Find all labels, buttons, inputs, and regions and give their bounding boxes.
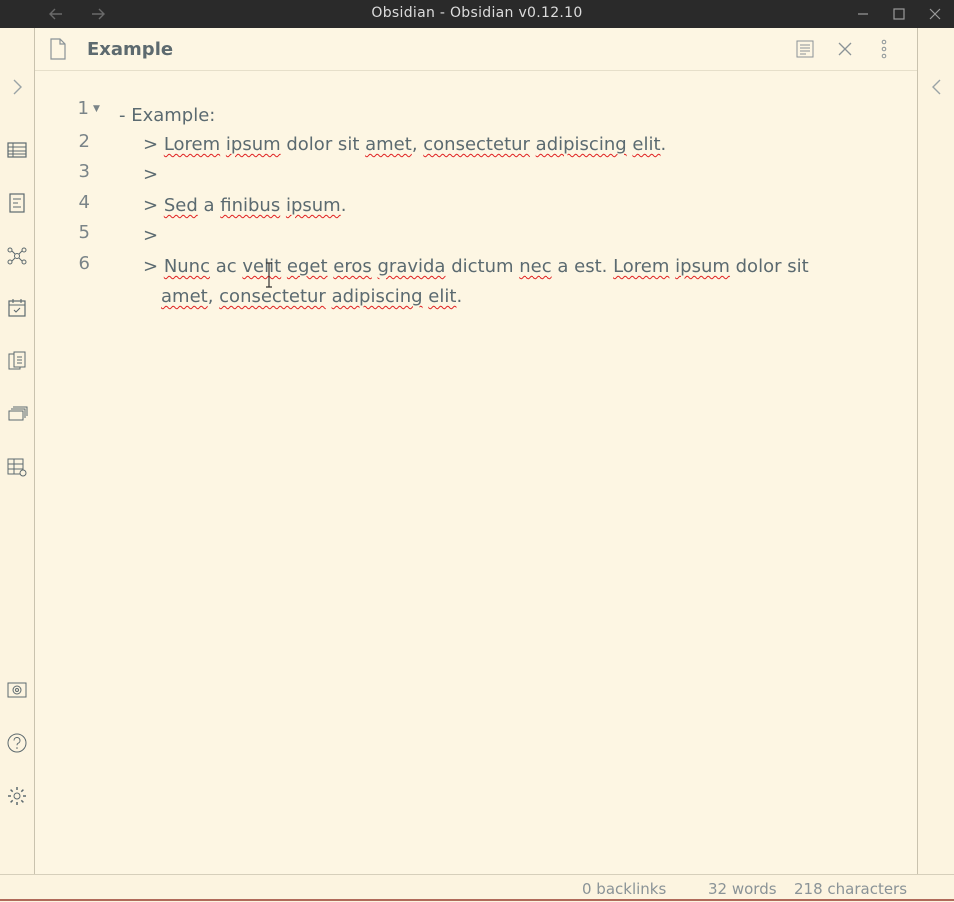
misspelled-word: Sed bbox=[163, 195, 198, 216]
table-icon[interactable] bbox=[5, 138, 29, 162]
text-segment: > bbox=[143, 195, 164, 216]
misspelled-word: adipiscing bbox=[331, 286, 423, 307]
line-text: > bbox=[143, 164, 158, 185]
editor-line-wrapped[interactable]: amet, consectetur adipiscing elit. bbox=[35, 281, 917, 311]
text-segment: dolor sit bbox=[280, 134, 366, 155]
slides-icon[interactable] bbox=[5, 402, 29, 426]
line-text: > Sed a finibus ipsum. bbox=[143, 195, 346, 216]
text-segment: ac bbox=[210, 256, 243, 277]
editor-line[interactable]: 2 > Lorem ipsum dolor sit amet, consecte… bbox=[35, 129, 917, 159]
editor-line[interactable]: 6 > Nunc ac velit eget eros gravida dict… bbox=[35, 251, 917, 281]
window-titlebar: Obsidian - Obsidian v0.12.10 bbox=[0, 0, 954, 28]
text-segment: dictum bbox=[445, 256, 520, 277]
misspelled-word: gravida bbox=[377, 256, 446, 277]
line-number: 3 bbox=[78, 161, 90, 182]
editor-pane: Example 1 ▼ - Example: 2 > Lorem ipsum d… bbox=[35, 28, 917, 874]
file-icon bbox=[48, 38, 68, 60]
text-segment: a bbox=[197, 195, 221, 216]
text-segment: > bbox=[143, 225, 159, 246]
expand-sidebar-chevron-icon[interactable] bbox=[5, 75, 29, 99]
maximize-icon[interactable] bbox=[888, 3, 910, 25]
misspelled-word: amet bbox=[161, 286, 208, 307]
misspelled-word: consectetur bbox=[423, 134, 530, 155]
file-explorer-icon[interactable] bbox=[5, 191, 29, 215]
table-settings-icon[interactable] bbox=[5, 455, 29, 479]
misspelled-word: adipiscing bbox=[535, 134, 627, 155]
misspelled-word: eget bbox=[286, 256, 328, 277]
misspelled-word: elit bbox=[428, 286, 457, 307]
line-number: 2 bbox=[78, 131, 90, 152]
text-segment: > bbox=[143, 164, 159, 185]
text-segment: , bbox=[207, 286, 220, 307]
misspelled-word: finibus bbox=[220, 195, 281, 216]
line-text: - Example: bbox=[119, 105, 215, 126]
view-header: Example bbox=[35, 28, 917, 71]
copy-files-icon[interactable] bbox=[5, 349, 29, 373]
line-number: 4 bbox=[78, 192, 90, 213]
text-segment: . bbox=[456, 286, 463, 307]
misspelled-word: ipsum bbox=[225, 134, 281, 155]
calendar-check-icon[interactable] bbox=[5, 296, 29, 320]
help-icon[interactable] bbox=[5, 731, 29, 755]
misspelled-word: elit bbox=[632, 134, 661, 155]
misspelled-word: consectetur bbox=[219, 286, 326, 307]
misspelled-word: Lorem bbox=[613, 256, 670, 277]
backlinks-count[interactable]: 0 backlinks bbox=[582, 880, 666, 898]
status-bar: 0 backlinks 32 words 218 characters bbox=[0, 874, 954, 902]
line-text: amet, consectetur adipiscing elit. bbox=[161, 286, 462, 307]
text-segment: > bbox=[143, 256, 164, 277]
editor-line[interactable]: 1 ▼ - Example: bbox=[35, 98, 917, 128]
editor-line[interactable]: 4 > Sed a finibus ipsum. bbox=[35, 190, 917, 220]
more-options-icon[interactable] bbox=[873, 38, 895, 60]
left-ribbon bbox=[0, 28, 35, 874]
misspelled-word: velit bbox=[242, 256, 282, 277]
text-segment: > bbox=[143, 134, 164, 155]
line-text: > Lorem ipsum dolor sit amet, consectetu… bbox=[143, 134, 666, 155]
misspelled-word: ipsum bbox=[285, 195, 341, 216]
text-segment: . bbox=[660, 134, 667, 155]
misspelled-word: nec bbox=[519, 256, 552, 277]
reading-view-icon[interactable] bbox=[794, 38, 816, 60]
line-number: 1 bbox=[77, 98, 89, 119]
close-pane-icon[interactable] bbox=[834, 38, 856, 60]
editor-line[interactable]: 5 > bbox=[35, 220, 917, 250]
character-count: 218 characters bbox=[794, 880, 908, 898]
vault-icon[interactable] bbox=[5, 678, 29, 702]
window-title: Obsidian - Obsidian v0.12.10 bbox=[371, 5, 583, 21]
text-segment: , bbox=[411, 134, 424, 155]
editor-line[interactable]: 3 > bbox=[35, 159, 917, 189]
right-sidebar-collapsed bbox=[917, 28, 954, 874]
text-segment: a est. bbox=[551, 256, 614, 277]
text-cursor-icon bbox=[266, 262, 272, 288]
close-window-icon[interactable] bbox=[924, 3, 946, 25]
line-number: 5 bbox=[78, 222, 90, 243]
text-segment: dolor sit bbox=[729, 256, 809, 277]
view-title[interactable]: Example bbox=[87, 39, 173, 60]
line-number: 6 bbox=[78, 253, 90, 274]
misspelled-word: amet bbox=[365, 134, 412, 155]
line-text: > Nunc ac velit eget eros gravida dictum… bbox=[143, 256, 809, 277]
misspelled-word: ipsum bbox=[675, 256, 730, 277]
text-segment: . bbox=[340, 195, 347, 216]
word-count: 32 words bbox=[708, 880, 777, 898]
misspelled-word: Nunc bbox=[163, 256, 210, 277]
minimize-icon[interactable] bbox=[852, 3, 874, 25]
graph-view-icon[interactable] bbox=[5, 244, 29, 268]
settings-gear-icon[interactable] bbox=[5, 784, 29, 808]
line-text: > bbox=[143, 225, 158, 246]
text-segment: - Example: bbox=[119, 105, 216, 126]
expand-right-sidebar-chevron-icon[interactable] bbox=[926, 76, 948, 98]
misspelled-word: eros bbox=[333, 256, 372, 277]
fold-arrow-icon[interactable]: ▼ bbox=[93, 104, 100, 114]
misspelled-word: Lorem bbox=[163, 134, 221, 155]
